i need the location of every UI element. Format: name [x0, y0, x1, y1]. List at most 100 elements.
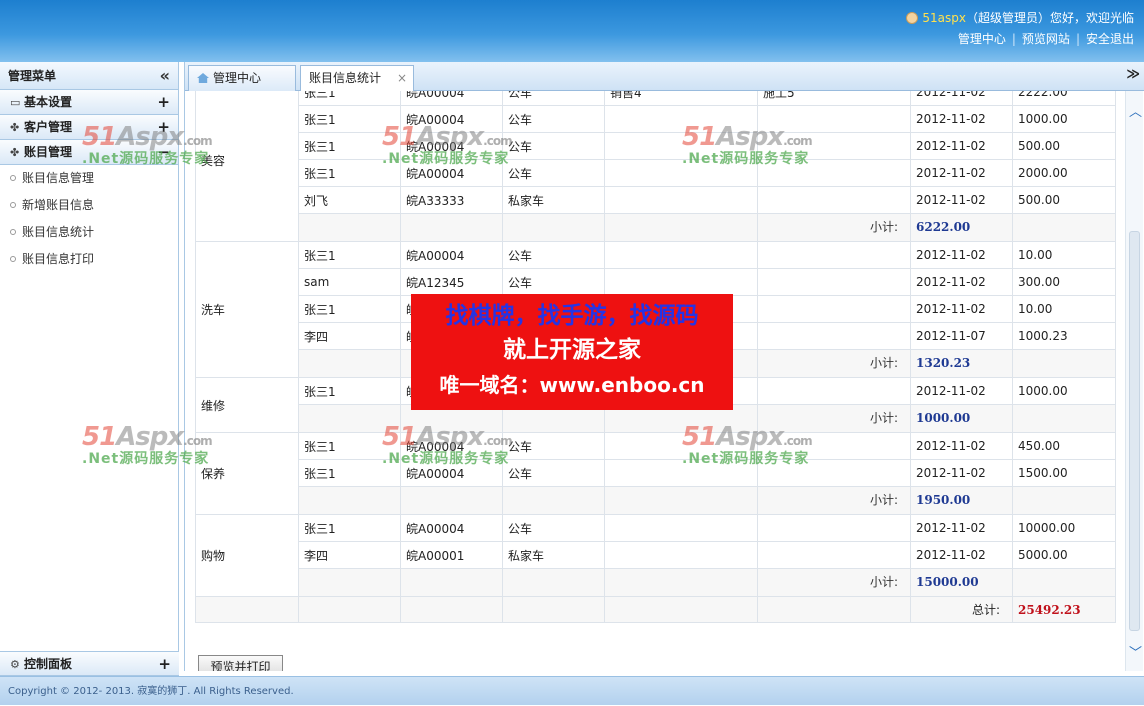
subtotal-label: 小计: [757, 213, 911, 242]
table-cell: 2012-11-02 [910, 432, 1013, 460]
expand-icon[interactable]: + [157, 90, 170, 115]
table-row: 张三1 皖A00004 公车 2012-11-02 1000.00 [196, 105, 1116, 133]
table-cell [604, 432, 758, 460]
table-cell [604, 132, 758, 160]
table-cell: 张三1 [298, 241, 401, 269]
table-cell [604, 541, 758, 569]
table-row: 张三1 皖A00004 公车 2012-11-02 2000.00 [196, 159, 1116, 187]
table-cell: 2012-11-02 [910, 159, 1013, 187]
category-cell: 购物 [195, 514, 299, 597]
category-cell: 维修 [195, 377, 299, 433]
ad-line-1: 找棋牌，找手游，找源码 [445, 303, 699, 329]
table-cell: 2012-11-02 [910, 186, 1013, 214]
table-cell: 500.00 [1012, 132, 1116, 160]
table-cell [757, 459, 911, 487]
subtotal-label: 小计: [757, 568, 911, 597]
gear-icon: ⚙ [10, 658, 20, 671]
scroll-up-icon[interactable]: ︿ [1129, 101, 1142, 120]
sidebar-section-customer[interactable]: ✤ 客户管理 + [0, 115, 178, 140]
sidebar: 管理菜单 « ▭ 基本设置 + ✤ 客户管理 + ✤ 账目管理 − 账目信息管理 新增… [0, 62, 179, 676]
table-row: 洗车 张三1 皖A00004 公车 2012-11-02 10.00 [195, 241, 1116, 378]
leaf-icon: ✤ [10, 121, 20, 134]
table-cell: 公车 [502, 91, 605, 106]
preview-site-link[interactable]: 预览网站 [1022, 32, 1070, 46]
collapse-icon[interactable]: − [157, 140, 170, 165]
table-cell [757, 186, 911, 214]
tab-label: 管理中心 [213, 71, 262, 85]
leaf-icon: ✤ [10, 146, 20, 159]
sidebar-item-account-manage[interactable]: 账目信息管理 [0, 165, 178, 192]
table-row: 李四 皖A00001 私家车 2012-11-02 5000.00 [196, 541, 1116, 569]
table-cell: 公车 [502, 241, 605, 269]
section-label: 客户管理 [24, 120, 73, 134]
bullet-icon [10, 229, 16, 235]
table-cell: 皖A00004 [400, 159, 503, 187]
sidebar-section-accounts[interactable]: ✤ 账目管理 − [0, 140, 178, 165]
bullet-icon [10, 202, 16, 208]
table-cell: 皖A00004 [400, 132, 503, 160]
tab-account-stats[interactable]: 账目信息统计 × [300, 65, 414, 91]
expand-icon[interactable]: + [157, 115, 170, 140]
table-cell: 2012-11-02 [910, 132, 1013, 160]
table-row: 保养 张三1 皖A00004 公车 2012-11-02 450.00 [195, 432, 1116, 515]
table-cell: 皖A00004 [400, 105, 503, 133]
table-cell: 李四 [298, 322, 401, 350]
close-tab-icon[interactable]: × [397, 66, 407, 90]
table-cell: 公车 [502, 159, 605, 187]
table-cell: 皖A33333 [400, 186, 503, 214]
table-cell: 2012-11-02 [910, 241, 1013, 269]
table-cell [757, 295, 911, 323]
sidebar-item-account-add[interactable]: 新增账目信息 [0, 192, 178, 219]
table-cell: 公车 [502, 132, 605, 160]
scroll-thumb[interactable] [1129, 231, 1140, 631]
table-cell: 1000.23 [1012, 322, 1116, 350]
preview-print-button[interactable]: 预览并打印 [198, 655, 283, 671]
table-cell: 皖A00004 [400, 459, 503, 487]
table-cell [757, 105, 911, 133]
subtotal-value: 15000.00 [910, 568, 1013, 597]
total-value: 25492.23 [1012, 596, 1116, 623]
subtotal-value: 1950.00 [910, 486, 1013, 515]
section-label: 控制面板 [24, 657, 73, 671]
table-row: 张三1 皖A00004 公车 2012-11-02 1500.00 [196, 459, 1116, 487]
user-role: （超级管理员） [965, 11, 1050, 25]
table-cell: 1000.00 [1012, 377, 1116, 405]
table-cell [604, 459, 758, 487]
sidebar-item-label: 新增账目信息 [22, 198, 95, 212]
sidebar-title: 管理菜单 [8, 69, 57, 83]
table-cell [757, 132, 911, 160]
sidebar-item-account-stats[interactable]: 账目信息统计 [0, 219, 178, 246]
table-cell: 张三1 [298, 459, 401, 487]
vertical-scrollbar[interactable]: ︿ ﹀ [1125, 91, 1143, 671]
subtotal-row: 小计: 6222.00 [196, 213, 1116, 242]
table-cell: 公车 [502, 514, 605, 542]
ad-banner[interactable]: 找棋牌，找手游，找源码 就上开源之家 唯一域名：www.enboo.cn [411, 294, 733, 410]
table-cell [604, 268, 758, 296]
user-info: 51aspx（超级管理员）您好，欢迎光临 [906, 9, 1134, 26]
subtotal-row: 小计: 15000.00 [196, 568, 1116, 597]
top-links: 管理中心 | 预览网站 | 安全退出 [957, 32, 1134, 46]
admin-center-link[interactable]: 管理中心 [958, 32, 1006, 46]
top-header: 51aspx（超级管理员）您好，欢迎光临 管理中心 | 预览网站 | 安全退出 [0, 0, 1144, 62]
tab-menu-icon[interactable]: ≫ [1126, 67, 1140, 82]
sidebar-item-label: 账目信息管理 [22, 171, 95, 185]
sidebar-item-account-print[interactable]: 账目信息打印 [0, 246, 178, 273]
tab-label: 账目信息统计 [309, 71, 382, 85]
table-cell: 皖A00004 [400, 91, 503, 106]
total-label: 总计: [910, 596, 1013, 623]
sidebar-section-basic-settings[interactable]: ▭ 基本设置 + [0, 90, 178, 115]
sidebar-section-control-panel[interactable]: ⚙ 控制面板 + [0, 651, 179, 676]
tab-admin-center[interactable]: 管理中心 [188, 65, 296, 91]
category-cell: 美容 [195, 91, 299, 242]
expand-icon[interactable]: + [158, 652, 171, 677]
table-cell: 2000.00 [1012, 159, 1116, 187]
scroll-down-icon[interactable]: ﹀ [1129, 642, 1142, 661]
logout-link[interactable]: 安全退出 [1086, 32, 1134, 46]
username[interactable]: 51aspx [922, 11, 966, 25]
footer: Copyright © 2012- 2013. 寂寞的狮丁. All Right… [0, 676, 1144, 705]
table-cell [757, 241, 911, 269]
table-cell: 2012-11-02 [910, 91, 1013, 106]
sidebar-item-label: 账目信息统计 [22, 225, 95, 239]
collapse-sidebar-icon[interactable]: « [160, 62, 170, 90]
table-cell: 皖A00004 [400, 432, 503, 460]
